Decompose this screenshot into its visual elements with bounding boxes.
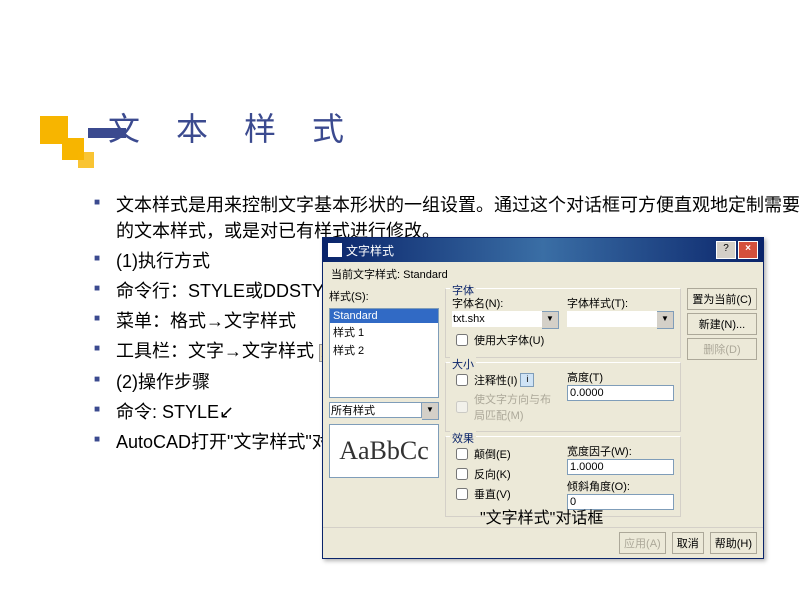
font-preview: AaBbCc [329,424,439,478]
figure-caption: "文字样式"对话框 [480,504,603,528]
group-legend: 效果 [450,430,476,446]
checkbox-label: 垂直(V) [474,486,511,502]
current-style-label: 当前文字样式: [331,269,400,281]
styles-label: 样式(S): [329,288,439,304]
style-filter-combo[interactable]: ▼ [329,402,439,420]
annotative-checkbox[interactable]: 注释性(I) i [452,371,559,389]
group-legend: 大小 [450,356,476,372]
match-orient-checkbox: 使文字方向与布局匹配(M) [452,391,559,423]
oblique-label: 倾斜角度(O): [567,478,674,494]
checkbox-label: 注释性(I) [474,372,517,388]
font-group: 字体 字体名(N): ▼ 字体样式(T): ▼ 使用大字体(U) [445,288,681,358]
checkbox-label: 使文字方向与布局匹配(M) [474,391,559,423]
dialog-title: 文字样式 [346,242,394,259]
help-button[interactable]: 帮助(H) [710,532,757,554]
new-button[interactable]: 新建(N)... [687,313,757,335]
vertical-checkbox[interactable]: 垂直(V) [452,485,559,503]
font-style-input[interactable] [567,311,657,327]
list-item[interactable]: Standard [330,309,438,323]
font-style-combo[interactable]: ▼ [567,311,674,329]
bullet-text: 工具栏：文字→文字样式 [116,341,314,361]
dialog-icon [328,243,342,257]
dialog-titlebar: 文字样式 ?× [323,238,763,262]
current-style-value: Standard [403,269,448,281]
big-font-checkbox[interactable]: 使用大字体(U) [452,331,674,349]
height-label: 高度(T) [567,369,674,385]
list-item[interactable]: 样式 2 [330,341,438,359]
info-icon[interactable]: i [520,373,534,387]
checkbox-label: 颠倒(E) [474,446,511,462]
apply-button: 应用(A) [619,532,666,554]
page-title: 文 本 样 式 [108,104,358,150]
style-filter-input[interactable] [329,402,422,418]
width-label: 宽度因子(W): [567,443,674,459]
chevron-down-icon[interactable]: ▼ [542,311,559,329]
set-current-button[interactable]: 置为当前(C) [687,288,757,310]
font-name-combo[interactable]: ▼ [452,311,559,329]
delete-button: 删除(D) [687,338,757,360]
chevron-down-icon[interactable]: ▼ [657,311,674,329]
checkbox-label: 使用大字体(U) [474,332,544,348]
chevron-down-icon[interactable]: ▼ [422,402,439,420]
checkbox-label: 反向(K) [474,466,511,482]
backwards-checkbox[interactable]: 反向(K) [452,465,559,483]
width-input[interactable] [567,459,674,475]
height-input[interactable] [567,385,674,401]
list-item[interactable]: 样式 1 [330,323,438,341]
cancel-button[interactable]: 取消 [672,532,704,554]
style-listbox[interactable]: Standard 样式 1 样式 2 [329,308,439,398]
group-legend: 字体 [450,282,476,298]
font-style-label: 字体样式(T): [567,295,674,311]
help-icon[interactable]: ? [716,241,736,259]
font-name-input[interactable] [452,311,542,327]
close-icon[interactable]: × [738,241,758,259]
size-group: 大小 注释性(I) i 使文字方向与布局匹配(M) 高度(T) [445,362,681,432]
upside-checkbox[interactable]: 颠倒(E) [452,445,559,463]
